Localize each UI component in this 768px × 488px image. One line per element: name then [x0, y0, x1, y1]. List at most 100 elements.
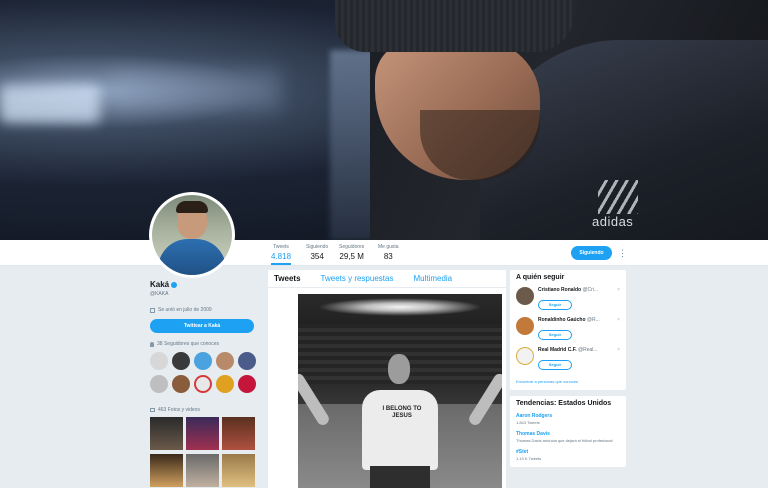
stat-following[interactable]: Siguiendo 354 [306, 244, 328, 261]
suggestion-item: Real Madrid C.F. @Real... Seguir × [516, 347, 620, 371]
following-button[interactable]: Siguiendo [571, 246, 612, 260]
trend-meta: Thomas Davis anuncia que dejará el fútbo… [516, 438, 613, 443]
profile-handle[interactable]: @KAKA [150, 291, 262, 297]
trends-title: Tendencias: Estados Unidos [516, 400, 612, 407]
stat-value: 354 [310, 252, 324, 261]
photo-legs [370, 466, 430, 488]
who-to-follow-card: A quién seguir Cristiano Ronaldo @Cri...… [510, 270, 626, 390]
timeline-tabs: Tweets Tweets y respuestas Multimedia [268, 270, 506, 288]
follow-button[interactable]: Seguir [538, 330, 572, 340]
banner-light [110, 70, 280, 110]
follow-button[interactable]: Seguir [538, 300, 572, 310]
avatar-photo [152, 195, 232, 275]
calendar-icon [150, 307, 155, 313]
suggestion-name[interactable]: Real Madrid C.F. [538, 347, 577, 353]
suggestion-name[interactable]: Cristiano Ronaldo [538, 287, 581, 293]
follower-avatar[interactable] [216, 375, 234, 393]
stat-label: Siguiendo [306, 244, 329, 250]
avatar-hair [176, 201, 208, 213]
suggestion-name-row: Ronaldinho Gaúcho @R... [538, 317, 613, 323]
more-dots-icon[interactable]: ⋮ [618, 247, 627, 259]
banner-light [0, 85, 100, 123]
trends-card: Tendencias: Estados Unidos Aaron Rodgers… [510, 396, 626, 467]
suggestion-avatar[interactable] [516, 287, 534, 305]
avatar-jacket [158, 239, 226, 275]
tab-tweets[interactable]: Tweets [274, 274, 301, 283]
trend-meta: 1.843 Tweets [516, 420, 540, 425]
follower-avatar[interactable] [216, 352, 234, 370]
stat-likes[interactable]: Me gusta 83 [378, 244, 399, 261]
shirt-text: I BELONG TO JESUS [382, 406, 422, 419]
follower-avatar[interactable] [172, 352, 190, 370]
stat-label: Seguidores [339, 244, 365, 250]
joined-row: Se unió en julio de 2009 [150, 307, 262, 313]
stat-value: 4.818 [271, 252, 292, 261]
suggestion-info: Ronaldinho Gaúcho @R... Seguir [538, 317, 613, 341]
verified-icon [171, 281, 178, 288]
profile-nav: Tweets 4.818 Siguiendo 354 Seguidores 29… [0, 240, 768, 266]
photo-shirt [362, 390, 438, 470]
real-madrid-crest-icon[interactable] [516, 347, 534, 365]
suggestion-name-row: Cristiano Ronaldo @Cri... [538, 287, 613, 293]
image-icon [150, 408, 155, 412]
who-to-follow-title: A quién seguir [516, 274, 565, 281]
follower-avatar[interactable] [238, 375, 256, 393]
stat-value: 83 [383, 252, 393, 261]
stat-followers[interactable]: Seguidores 29,5 M [339, 244, 364, 261]
follower-avatar[interactable] [194, 375, 212, 393]
media-thumbnail[interactable] [150, 417, 183, 450]
suggestion-info: Real Madrid C.F. @Real... Seguir [538, 347, 613, 371]
photo-head [388, 354, 410, 384]
suggestion-avatar[interactable] [516, 317, 534, 335]
follower-avatar[interactable] [172, 375, 190, 393]
user-icon [150, 341, 154, 347]
known-followers-grid [150, 352, 262, 393]
profile-sidebar: Kaká @KAKA Se unió en julio de 2009 Twit… [150, 280, 262, 487]
suggestion-item: Ronaldinho Gaúcho @R... Seguir × [516, 317, 620, 341]
close-icon[interactable]: × [617, 287, 620, 311]
stadium-lights [318, 298, 482, 316]
follower-avatar[interactable] [194, 352, 212, 370]
suggestion-name[interactable]: Ronaldinho Gaúcho [538, 317, 586, 323]
avatar[interactable] [149, 192, 235, 278]
trend-item[interactable]: #Stet 1,13 K Tweets [516, 449, 620, 461]
tab-tweets-replies[interactable]: Tweets y respuestas [321, 274, 394, 283]
media-header[interactable]: 463 Fotos y videos [150, 407, 262, 413]
tab-media[interactable]: Multimedia [413, 274, 452, 283]
stat-tweets[interactable]: Tweets 4.818 [271, 244, 292, 265]
trend-name[interactable]: Thomas Davis [516, 431, 620, 437]
trend-meta: 1,13 K Tweets [516, 456, 542, 461]
adidas-logo-icon [598, 180, 638, 214]
media-thumbnail[interactable] [186, 417, 219, 450]
stat-label: Me gusta [378, 244, 399, 250]
suggestion-handle: @R... [586, 317, 600, 323]
right-sidebar: A quién seguir Cristiano Ronaldo @Cri...… [510, 270, 626, 467]
suggestion-item: Cristiano Ronaldo @Cri... Seguir × [516, 287, 620, 311]
follower-avatar[interactable] [238, 352, 256, 370]
trend-name[interactable]: #Stet [516, 449, 620, 455]
follower-avatar[interactable] [150, 352, 168, 370]
close-icon[interactable]: × [617, 317, 620, 341]
tweet-to-button[interactable]: Twittear a Kaká [150, 319, 254, 333]
media-thumbnail[interactable] [186, 454, 219, 487]
media-thumbnail[interactable] [222, 454, 255, 487]
known-followers-label: 38 Seguidores que conoces [157, 341, 219, 347]
known-followers-header[interactable]: 38 Seguidores que conoces [150, 341, 262, 347]
follower-avatar[interactable] [150, 375, 168, 393]
suggestion-info: Cristiano Ronaldo @Cri... Seguir [538, 287, 613, 311]
stat-label: Tweets [273, 244, 289, 250]
tweet-photo[interactable]: I BELONG TO JESUS [298, 294, 502, 488]
close-icon[interactable]: × [617, 347, 620, 371]
find-people-link[interactable]: Encontrar a personas que conoces [516, 379, 620, 384]
suggestion-handle: @Real... [578, 347, 598, 353]
trend-item[interactable]: Aaron Rodgers 1.843 Tweets [516, 413, 620, 425]
banner-beanie [335, 0, 575, 52]
media-thumbnail[interactable] [150, 454, 183, 487]
timeline: Tweets Tweets y respuestas Multimedia I … [268, 270, 506, 488]
profile-name[interactable]: Kaká [150, 280, 169, 289]
follow-button[interactable]: Seguir [538, 360, 572, 370]
suggestion-handle: @Cri... [582, 287, 599, 293]
trend-name[interactable]: Aaron Rodgers [516, 413, 620, 419]
trend-item[interactable]: Thomas Davis Thomas Davis anuncia que de… [516, 431, 620, 443]
media-thumbnail[interactable] [222, 417, 255, 450]
